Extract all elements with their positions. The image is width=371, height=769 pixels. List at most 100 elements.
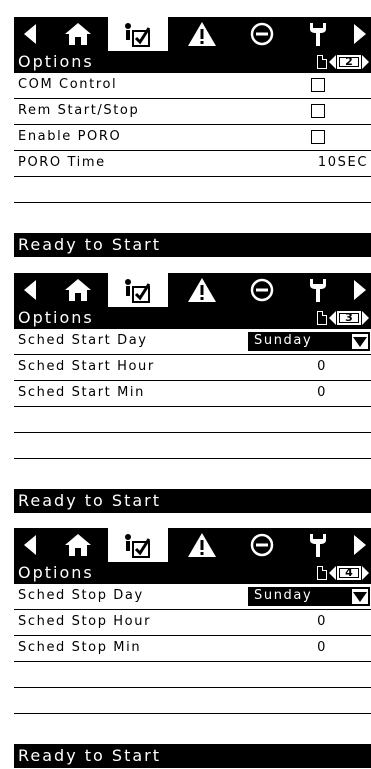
page-icon	[317, 311, 327, 325]
tab-stop[interactable]	[236, 17, 288, 51]
dropdown-value: Sunday	[254, 588, 313, 603]
options-checklist-icon	[125, 23, 151, 47]
tab-prev[interactable]	[14, 273, 48, 307]
tab-next[interactable]	[348, 273, 371, 307]
page-number: 2	[337, 55, 361, 69]
tab-options[interactable]	[108, 17, 168, 53]
warning-icon	[188, 533, 216, 557]
options-screen-page-4: Options 4 Sched Stop Day Sunday Sched St…	[14, 528, 371, 768]
home-icon	[65, 279, 91, 301]
tab-home[interactable]	[51, 17, 105, 51]
title-bar: Options 3	[14, 307, 371, 329]
page-number: 4	[337, 566, 361, 580]
tab-alarms[interactable]	[171, 273, 233, 307]
option-row-com-control[interactable]: COM Control	[14, 73, 371, 99]
page-next-arrow[interactable]	[362, 55, 369, 69]
sched-start-day-dropdown[interactable]: Sunday	[248, 332, 370, 351]
option-label: COM Control	[18, 77, 118, 92]
home-icon	[65, 534, 91, 556]
tab-bar	[14, 528, 371, 564]
service-wrench-icon	[310, 279, 326, 302]
options-screen-page-2: Options 2 COM Control Rem Start/Stop Ena…	[14, 17, 371, 257]
option-label: Sched Start Hour	[18, 359, 155, 374]
option-row-sched-start-day[interactable]: Sched Start Day Sunday	[14, 329, 371, 355]
right-arrow-icon	[353, 535, 366, 555]
poro-time-value[interactable]: 10SEC	[270, 155, 368, 170]
sched-stop-day-dropdown[interactable]: Sunday	[248, 587, 370, 606]
empty-row	[14, 407, 371, 433]
status-text: Ready to Start	[18, 235, 161, 254]
page-prev-arrow[interactable]	[329, 566, 336, 580]
page-prev-arrow[interactable]	[329, 55, 336, 69]
tab-home[interactable]	[51, 273, 105, 307]
status-text: Ready to Start	[18, 746, 161, 765]
tab-next[interactable]	[348, 528, 371, 562]
option-row-sched-start-min[interactable]: Sched Start Min 0	[14, 381, 371, 407]
sched-stop-hour-value[interactable]: 0	[282, 614, 362, 629]
page-prev-arrow[interactable]	[329, 311, 336, 325]
tab-alarms[interactable]	[171, 17, 233, 51]
com-control-checkbox[interactable]	[311, 78, 325, 92]
tab-prev[interactable]	[14, 528, 48, 562]
page-icon	[317, 566, 327, 580]
empty-row	[14, 177, 371, 203]
sched-start-hour-value[interactable]: 0	[282, 359, 362, 374]
home-icon	[65, 23, 91, 45]
status-bar: Ready to Start	[14, 744, 371, 768]
sched-stop-min-value[interactable]: 0	[282, 640, 362, 655]
option-label: Sched Start Day	[18, 333, 148, 348]
empty-row	[14, 688, 371, 714]
page-title: Options	[18, 52, 94, 71]
option-row-enable-poro[interactable]: Enable PORO	[14, 125, 371, 151]
left-arrow-icon	[24, 535, 36, 555]
chevron-down-icon[interactable]	[352, 334, 368, 349]
page-next-arrow[interactable]	[362, 311, 369, 325]
option-row-sched-start-hour[interactable]: Sched Start Hour 0	[14, 355, 371, 381]
warning-icon	[188, 278, 216, 302]
tab-service[interactable]	[291, 17, 345, 51]
option-row-sched-stop-min[interactable]: Sched Stop Min 0	[14, 636, 371, 662]
rem-start-stop-checkbox[interactable]	[311, 104, 325, 118]
chevron-down-icon[interactable]	[352, 589, 368, 604]
option-label: Rem Start/Stop	[18, 103, 140, 118]
stop-icon	[250, 533, 274, 557]
options-list: COM Control Rem Start/Stop Enable PORO P…	[14, 73, 371, 203]
title-bar: Options 2	[14, 51, 371, 73]
option-label: Sched Start Min	[18, 385, 145, 400]
options-checklist-icon	[125, 279, 151, 303]
tab-options[interactable]	[108, 528, 168, 564]
tab-bar	[14, 273, 371, 309]
tab-stop[interactable]	[236, 273, 288, 307]
tab-stop[interactable]	[236, 528, 288, 562]
tab-service[interactable]	[291, 273, 345, 307]
page-number: 3	[337, 311, 361, 325]
right-arrow-icon	[353, 24, 366, 44]
left-arrow-icon	[24, 280, 36, 300]
page-next-arrow[interactable]	[362, 566, 369, 580]
warning-icon	[188, 22, 216, 46]
empty-row	[14, 662, 371, 688]
tab-options[interactable]	[108, 273, 168, 309]
pager: 4	[317, 564, 369, 582]
option-label: Sched Stop Day	[18, 588, 144, 603]
tab-bar	[14, 17, 371, 53]
options-checklist-icon	[125, 534, 151, 558]
option-row-sched-stop-day[interactable]: Sched Stop Day Sunday	[14, 584, 371, 610]
tab-home[interactable]	[51, 528, 105, 562]
tab-alarms[interactable]	[171, 528, 233, 562]
options-screen-page-3: Options 3 Sched Start Day Sunday Sched S…	[14, 273, 371, 513]
option-row-poro-time[interactable]: PORO Time 10SEC	[14, 151, 371, 177]
tab-next[interactable]	[348, 17, 371, 51]
stop-icon	[250, 22, 274, 46]
option-label: Sched Stop Hour	[18, 614, 152, 629]
tab-prev[interactable]	[14, 17, 48, 51]
dropdown-value: Sunday	[254, 333, 313, 348]
service-wrench-icon	[310, 23, 326, 46]
option-row-rem-start-stop[interactable]: Rem Start/Stop	[14, 99, 371, 125]
tab-service[interactable]	[291, 528, 345, 562]
sched-start-min-value[interactable]: 0	[282, 385, 362, 400]
enable-poro-checkbox[interactable]	[311, 130, 325, 144]
options-list: Sched Stop Day Sunday Sched Stop Hour 0 …	[14, 584, 371, 714]
left-arrow-icon	[24, 24, 36, 44]
option-row-sched-stop-hour[interactable]: Sched Stop Hour 0	[14, 610, 371, 636]
